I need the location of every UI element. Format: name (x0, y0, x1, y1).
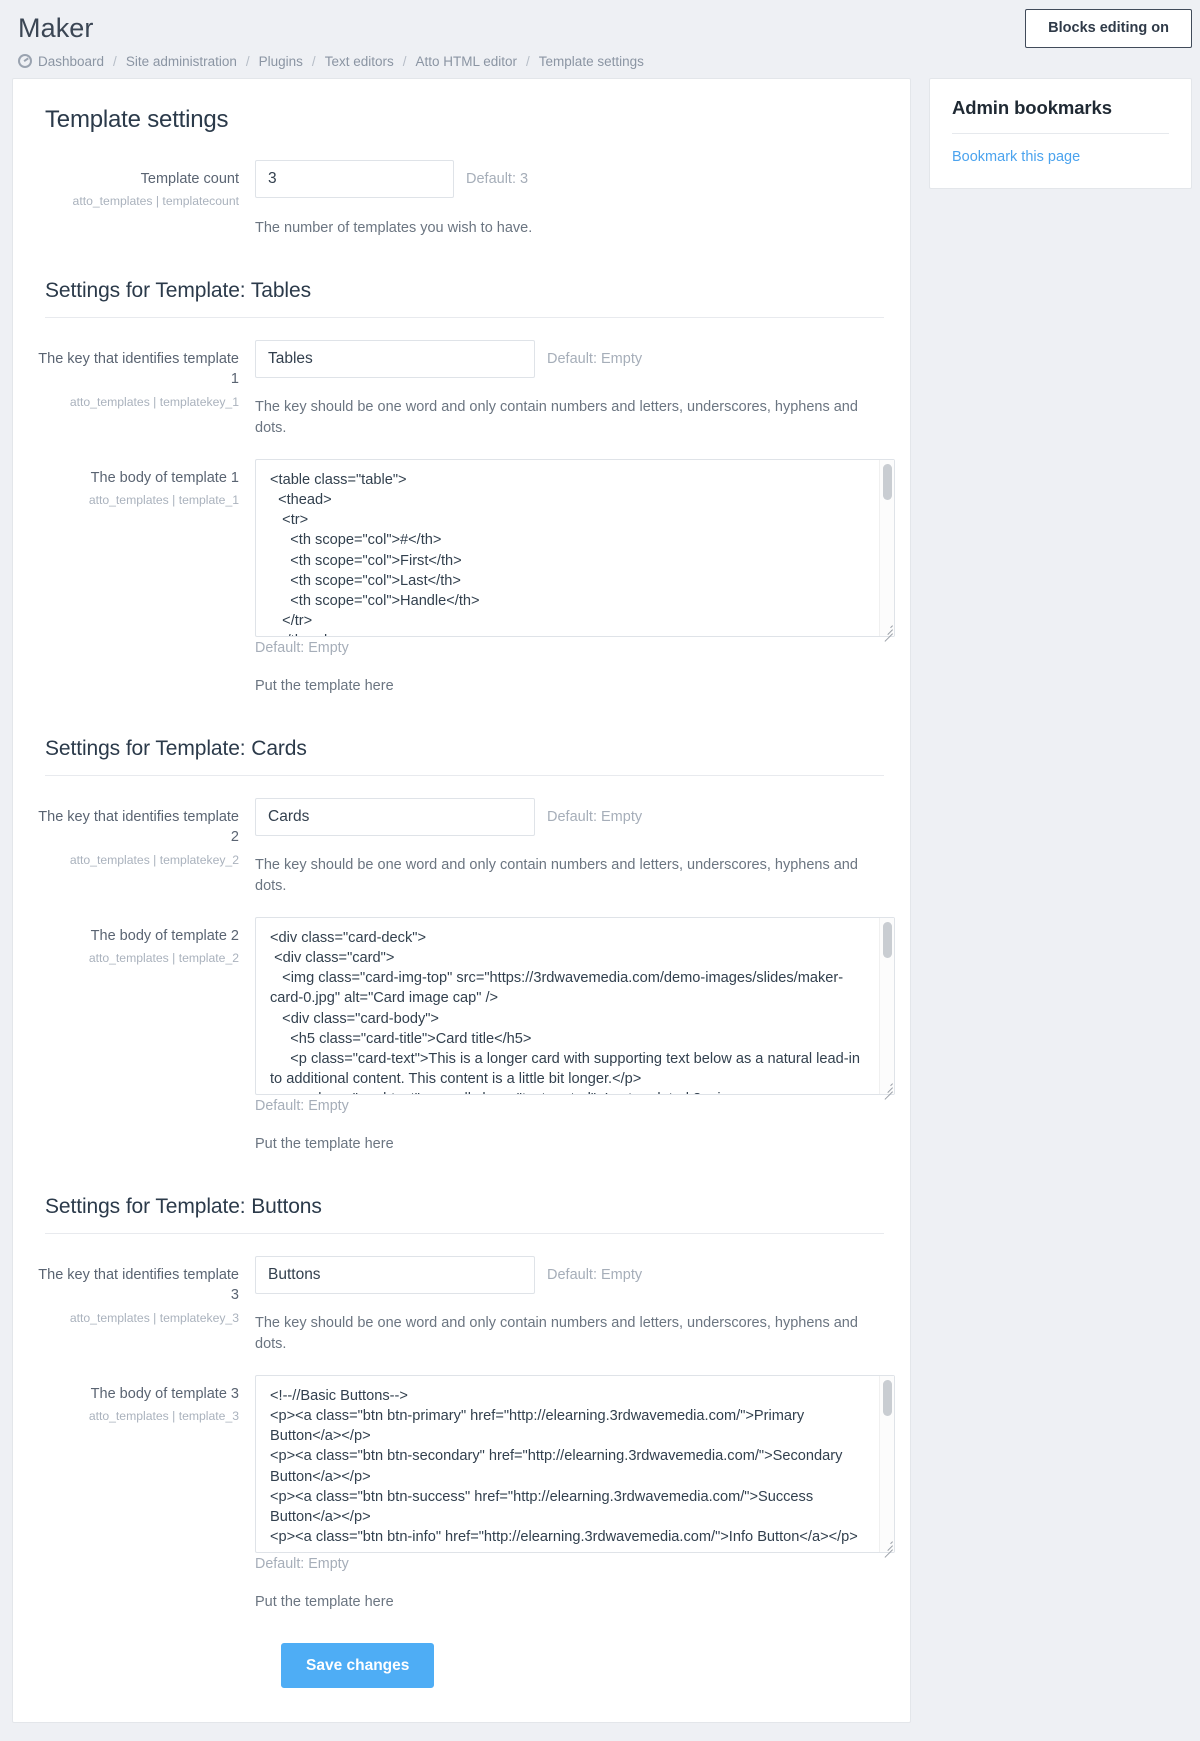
template-key-3-input[interactable] (255, 1255, 535, 1294)
breadcrumb-separator: / (311, 53, 316, 69)
template-body-2-textarea[interactable]: <div class="card-deck"> <div class="card… (255, 916, 895, 1095)
setting-label-text: The key that identifies template 3 (38, 1266, 239, 1304)
setting-label-template-key-2: The key that identifies template 2 atto_… (31, 798, 255, 869)
setting-label-text: The key that identifies template 2 (38, 808, 239, 846)
setting-control-template-body-2: <div class="card-deck"> <div class="card… (255, 916, 895, 1155)
setting-label-text: The body of template 1 (90, 469, 239, 486)
default-note: Default: Empty (547, 808, 643, 825)
setting-control-template-body-3: <!--//Basic Buttons--> <p><a class="btn … (255, 1374, 895, 1613)
section-template-cards: Settings for Template: Cards The key tha… (31, 736, 895, 1155)
setting-label-template-key-3: The key that identifies template 3 atto_… (31, 1256, 255, 1327)
default-note: Default: Empty (547, 350, 643, 367)
setting-control-template-key-1: Default: Empty The key should be one wor… (255, 339, 888, 439)
textarea-wrapper: <div class="card-deck"> <div class="card… (255, 916, 895, 1100)
setting-template-key-2: The key that identifies template 2 atto_… (31, 797, 888, 897)
setting-label-template-count: Template count atto_templates | template… (31, 160, 255, 210)
setting-label-text: The body of template 3 (90, 1385, 239, 1402)
breadcrumb-separator: / (113, 53, 117, 69)
breadcrumb-item-dashboard[interactable]: Dashboard (18, 54, 104, 69)
textarea-wrapper: <table class="table"> <thead> <tr> <th s… (255, 458, 895, 642)
default-note: Default: Empty (255, 1555, 349, 1572)
setting-template-body-2: The body of template 2 atto_templates | … (31, 916, 895, 1155)
control-row: Default: Empty (255, 797, 888, 836)
default-note: Default: Empty (255, 639, 349, 656)
section-divider (45, 1232, 884, 1234)
setting-label-sublabel: atto_templates | templatekey_2 (69, 852, 239, 867)
section-title: Settings for Template: Tables (45, 278, 311, 302)
setting-control-template-count: Default: 3 The number of templates you w… (255, 159, 888, 239)
breadcrumb-label: Dashboard (38, 53, 105, 69)
setting-label-template-body-1: The body of template 1 atto_templates | … (31, 459, 255, 509)
help-text-template-key-3: The key should be one word and only cont… (255, 1314, 858, 1352)
dashboard-icon (18, 54, 32, 69)
setting-label-text: The key that identifies template 1 (38, 350, 239, 388)
setting-label-template-key-1: The key that identifies template 1 atto_… (31, 340, 255, 411)
template-key-1-input[interactable] (255, 339, 535, 378)
setting-label-template-body-3: The body of template 3 atto_templates | … (31, 1375, 255, 1425)
section-title: Settings for Template: Cards (45, 736, 307, 760)
setting-label-sublabel: atto_templates | template_1 (88, 493, 239, 508)
default-note: Default: 3 (466, 170, 529, 187)
sidebar-column: Admin bookmarks Bookmark this page (929, 77, 1192, 189)
setting-label-text: The body of template 2 (90, 927, 239, 944)
setting-label-sublabel: atto_templates | templatekey_3 (69, 1310, 239, 1325)
help-text-template-count: The number of templates you wish to have… (255, 219, 533, 236)
breadcrumb: Dashboard / Site administration / Plugin… (18, 54, 1184, 69)
section-title: Settings for Template: Buttons (45, 1194, 322, 1218)
breadcrumb-item-site-administration[interactable]: Site administration (126, 54, 237, 69)
page-title: Template settings (45, 105, 229, 133)
help-text-template-body-3: Put the template here (255, 1593, 394, 1610)
section-template-buttons: Settings for Template: Buttons The key t… (31, 1194, 895, 1613)
section-divider (45, 316, 884, 318)
setting-label-sublabel: atto_templates | templatekey_1 (69, 394, 239, 409)
default-note: Default: Empty (547, 1266, 643, 1283)
breadcrumb-item-template-settings: Template settings (538, 53, 644, 69)
setting-template-key-1: The key that identifies template 1 atto_… (31, 339, 888, 439)
blocks-editing-toggle-button[interactable]: Blocks editing on (1025, 9, 1192, 49)
control-row: Default: Empty (255, 339, 888, 378)
setting-template-body-1: The body of template 1 atto_templates | … (31, 458, 895, 697)
setting-label-sublabel: atto_templates | template_3 (88, 1409, 239, 1424)
control-row: Default: Empty (255, 1255, 888, 1294)
setting-label-template-body-2: The body of template 2 atto_templates | … (31, 917, 255, 967)
setting-template-body-3: The body of template 3 atto_templates | … (31, 1374, 895, 1613)
breadcrumb-item-plugins[interactable]: Plugins (259, 54, 303, 69)
setting-control-template-key-3: Default: Empty The key should be one wor… (255, 1255, 888, 1355)
template-count-input[interactable] (255, 159, 454, 198)
template-body-3-textarea[interactable]: <!--//Basic Buttons--> <p><a class="btn … (255, 1374, 895, 1553)
default-note: Default: Empty (255, 1097, 349, 1114)
breadcrumb-item-atto-html-editor[interactable]: Atto HTML editor (415, 54, 517, 69)
template-body-1-textarea[interactable]: <table class="table"> <thead> <tr> <th s… (255, 458, 895, 637)
help-text-template-key-1: The key should be one word and only cont… (255, 398, 858, 436)
save-changes-button[interactable]: Save changes (281, 1642, 435, 1688)
breadcrumb-separator: / (526, 53, 530, 69)
admin-bookmarks-block: Admin bookmarks Bookmark this page (929, 77, 1192, 189)
setting-label-sublabel: atto_templates | template_2 (88, 951, 239, 966)
page-layout: Template settings Template count atto_te… (0, 69, 1200, 1741)
breadcrumb-separator: / (245, 53, 250, 69)
site-title: Maker (18, 13, 94, 43)
setting-control-template-body-1: <table class="table"> <thead> <tr> <th s… (255, 458, 895, 697)
admin-bookmarks-title: Admin bookmarks (952, 97, 1169, 134)
setting-template-count: Template count atto_templates | template… (31, 159, 888, 239)
template-key-2-input[interactable] (255, 797, 535, 836)
page-header: Maker Dashboard / Site administration / … (0, 0, 1200, 69)
setting-template-key-3: The key that identifies template 3 atto_… (31, 1255, 888, 1355)
help-text-template-body-2: Put the template here (255, 1135, 394, 1152)
section-divider (45, 774, 884, 776)
bookmark-this-page-link[interactable]: Bookmark this page (952, 149, 1080, 165)
main-content-card: Template settings Template count atto_te… (12, 77, 911, 1723)
section-template-tables: Settings for Template: Tables The key th… (31, 278, 895, 697)
setting-label-sublabel: atto_templates | templatecount (72, 194, 239, 209)
control-row: Default: 3 (255, 159, 888, 198)
textarea-wrapper: <!--//Basic Buttons--> <p><a class="btn … (255, 1374, 895, 1558)
breadcrumb-item-text-editors[interactable]: Text editors (325, 54, 394, 69)
help-text-template-key-2: The key should be one word and only cont… (255, 856, 858, 894)
setting-label-text: Template count (140, 170, 239, 187)
help-text-template-body-1: Put the template here (255, 677, 394, 694)
breadcrumb-separator: / (402, 53, 407, 69)
setting-control-template-key-2: Default: Empty The key should be one wor… (255, 797, 888, 897)
